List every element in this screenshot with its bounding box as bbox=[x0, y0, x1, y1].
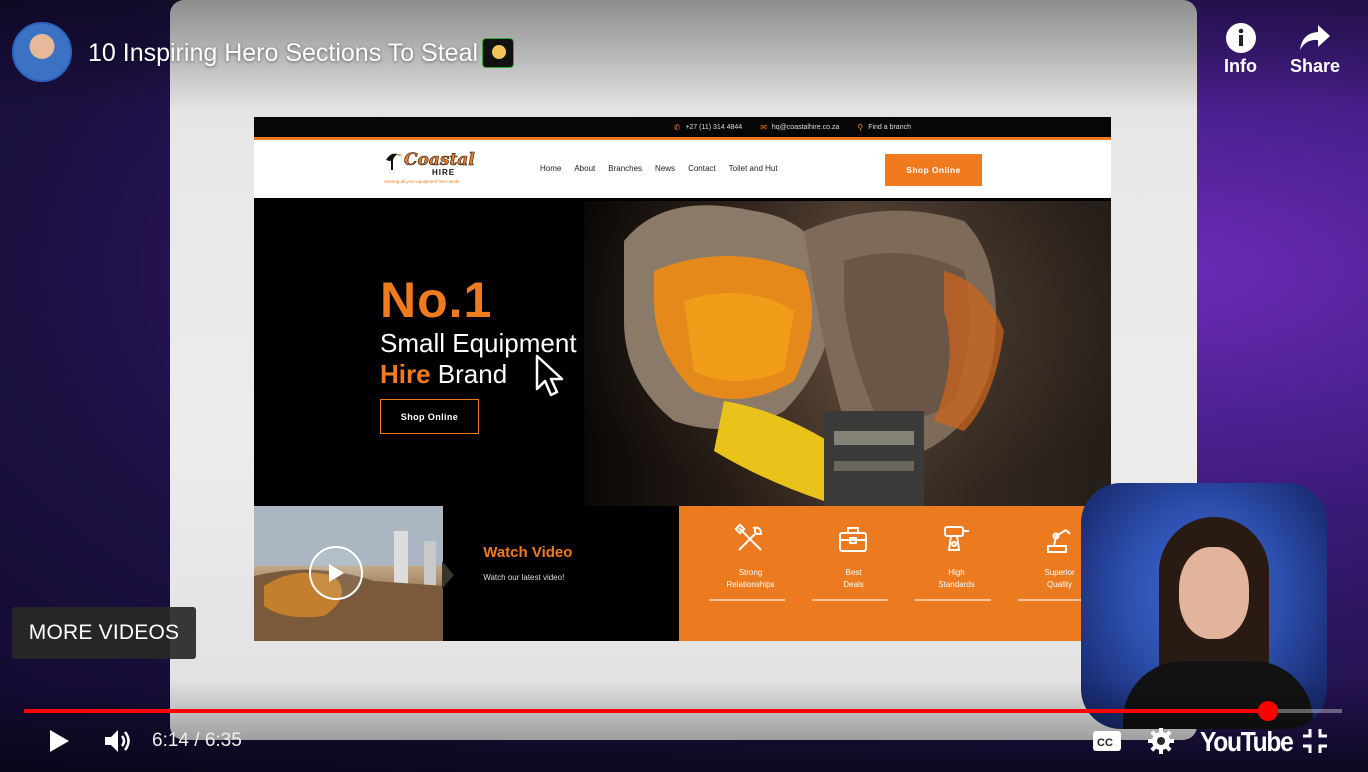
location-pin-icon: ⚲ bbox=[857, 122, 864, 132]
robot-arm-icon bbox=[1047, 529, 1071, 553]
phone-icon: ✆ bbox=[673, 122, 681, 132]
feature-best-deals: Best Deals bbox=[802, 506, 905, 641]
topbar-email-text: hq@coastalhire.co.za bbox=[771, 123, 840, 131]
topbar-branch-text: Find a branch bbox=[868, 123, 911, 131]
info-button[interactable]: Info bbox=[1224, 20, 1257, 77]
feature-label-line-1: High bbox=[948, 568, 965, 577]
nav-branches[interactable]: Branches bbox=[608, 164, 642, 173]
nav-toilet-and-hut[interactable]: Toilet and Hut bbox=[729, 164, 778, 173]
gear-icon bbox=[1148, 728, 1174, 754]
drill-icon bbox=[944, 526, 969, 551]
feature-label: Strong Relationships bbox=[699, 567, 802, 591]
logo-tagline: Serving all your equipment hire needs bbox=[384, 179, 460, 184]
captions-button[interactable]: CC bbox=[1090, 724, 1124, 758]
watch-video-title[interactable]: Watch Video bbox=[483, 544, 572, 561]
video-title[interactable]: 10 Inspiring Hero Sections To Steal bbox=[88, 38, 515, 68]
svg-text:CC: CC bbox=[1097, 737, 1113, 749]
feature-label: Best Deals bbox=[802, 567, 905, 591]
info-label: Info bbox=[1224, 56, 1257, 76]
video-thumbnail[interactable] bbox=[254, 506, 444, 641]
youtube-logo[interactable]: YouTube bbox=[1200, 726, 1294, 758]
gloved-hands-drill-image bbox=[584, 201, 1111, 506]
info-icon bbox=[1225, 20, 1257, 56]
nav-about[interactable]: About bbox=[574, 164, 595, 173]
exit-fullscreen-button[interactable] bbox=[1298, 724, 1332, 758]
tools-icon bbox=[734, 523, 763, 551]
hero-line-2: Hire Brand bbox=[380, 359, 507, 390]
settings-button[interactable] bbox=[1144, 724, 1178, 758]
video-title-text: 10 Inspiring Hero Sections To Steal bbox=[88, 38, 479, 67]
website-screenshot: ✆ +27 (11) 314 4844 ✉ hq@coastalhire.co.… bbox=[254, 117, 1111, 641]
site-logo[interactable]: Coastal HIRE Serving all your equipment … bbox=[382, 150, 492, 190]
topbar-branch[interactable]: ⚲ Find a branch bbox=[857, 123, 911, 132]
hero-shop-online-button[interactable]: Shop Online bbox=[380, 399, 479, 434]
exit-fullscreen-icon bbox=[1303, 729, 1327, 753]
feature-label-line-1: Strong bbox=[738, 568, 763, 577]
nav-home[interactable]: Home bbox=[540, 164, 561, 173]
feature-label-line-1: Superior bbox=[1044, 568, 1075, 577]
volume-button[interactable] bbox=[102, 724, 136, 758]
play-button[interactable] bbox=[42, 724, 76, 758]
nav-news[interactable]: News bbox=[655, 164, 675, 173]
presenter-face bbox=[1179, 547, 1249, 639]
features-panel: Strong Relationships Best Deals High Standa… bbox=[679, 506, 1111, 641]
share-label: Share bbox=[1290, 56, 1341, 76]
site-topbar: ✆ +27 (11) 314 4844 ✉ hq@coastalhire.co.… bbox=[254, 117, 1111, 140]
closed-captions-icon: CC bbox=[1093, 731, 1121, 751]
mouse-pointer-icon bbox=[535, 354, 564, 397]
play-icon bbox=[50, 730, 69, 752]
hero-headline: No.1 bbox=[380, 272, 493, 328]
time-separator: / bbox=[194, 730, 200, 751]
time-display: 6:14 / 6:35 bbox=[152, 730, 242, 752]
site-nav-links: Home About Branches News Contact Toilet … bbox=[540, 164, 778, 173]
nav-shop-online-button[interactable]: Shop Online bbox=[885, 154, 982, 186]
feature-underline bbox=[812, 599, 888, 601]
time-current: 6:14 bbox=[152, 730, 189, 751]
technologist-emoji-icon bbox=[482, 38, 515, 68]
volume-icon bbox=[105, 730, 130, 752]
logo-subword: HIRE bbox=[432, 168, 456, 177]
play-icon bbox=[329, 564, 344, 582]
topbar-phone-text: +27 (11) 314 4844 bbox=[685, 123, 743, 131]
logo-wordmark: Coastal bbox=[404, 150, 475, 171]
topbar-phone[interactable]: ✆ +27 (11) 314 4844 bbox=[674, 123, 743, 132]
feature-underline bbox=[915, 599, 991, 601]
hero-line-2-rest: Brand bbox=[430, 359, 508, 389]
feature-label-line-2: Quality bbox=[1047, 580, 1072, 589]
feature-label: High Standards bbox=[905, 567, 1008, 591]
watch-video-panel: Watch Video Watch our latest video! bbox=[442, 506, 679, 641]
hero-accent-word: Hire bbox=[380, 359, 431, 389]
toolbox-icon bbox=[839, 527, 867, 552]
feature-underline bbox=[709, 599, 785, 601]
topbar-email[interactable]: ✉ hq@coastalhire.co.za bbox=[760, 123, 839, 132]
nav-contact[interactable]: Contact bbox=[688, 164, 716, 173]
hero-section: No.1 Small Equipment Hire Brand Shop Onl… bbox=[254, 201, 1111, 506]
feature-label-line-2: Deals bbox=[843, 580, 864, 589]
video-play-button[interactable] bbox=[309, 546, 363, 600]
seagull-logo-icon bbox=[386, 153, 403, 170]
feature-label-line-2: Standards bbox=[938, 580, 975, 589]
mail-icon: ✉ bbox=[760, 122, 767, 132]
feature-strong-relationships: Strong Relationships bbox=[699, 506, 802, 641]
progress-bar-played bbox=[24, 709, 1268, 713]
progress-scrubber-handle[interactable] bbox=[1257, 701, 1278, 721]
watch-video-notch bbox=[442, 561, 455, 589]
site-navbar: Coastal HIRE Serving all your equipment … bbox=[254, 140, 1111, 198]
feature-strip: Watch Video Watch our latest video! Stro… bbox=[254, 506, 1111, 641]
share-icon bbox=[1298, 20, 1332, 56]
time-total: 6:35 bbox=[204, 730, 242, 751]
feature-high-standards: High Standards bbox=[905, 506, 1008, 641]
feature-label-line-2: Relationships bbox=[726, 580, 775, 589]
progress-bar[interactable] bbox=[24, 701, 1342, 721]
share-button[interactable]: Share bbox=[1290, 20, 1340, 77]
more-videos-button[interactable]: MORE VIDEOS bbox=[12, 607, 196, 659]
watch-video-subtitle: Watch our latest video! bbox=[483, 573, 565, 582]
channel-avatar[interactable] bbox=[12, 22, 72, 82]
feature-label-line-1: Best bbox=[845, 568, 862, 577]
